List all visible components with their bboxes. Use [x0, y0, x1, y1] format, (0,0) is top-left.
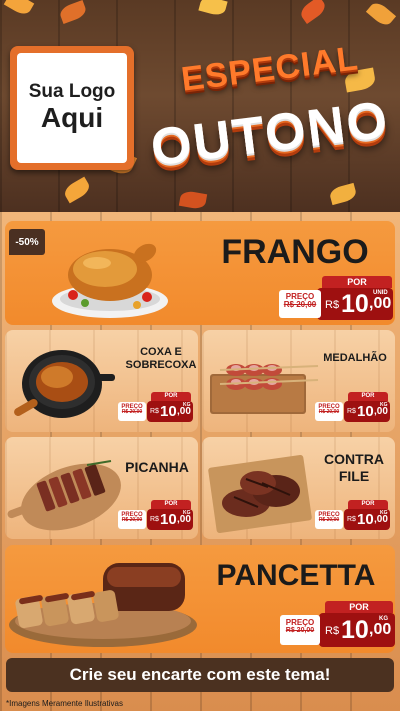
product-card-frango: -50% FRANGO POR R$ 10 ,00 UNID PREÇO R$ … [5, 221, 395, 325]
product-card-contra-file: CONTRA FILE POR R$ 10 ,00 KG PREÇO R$ 20… [202, 437, 395, 539]
logo-placeholder: Sua Logo Aqui [10, 46, 134, 170]
price-box: R$ 10 ,00 KG [344, 401, 390, 422]
discount-badge: -50% [9, 229, 45, 255]
product-name: MEDALHÃO [323, 352, 387, 364]
header: Sua Logo Aqui ESPECIAL OUTONO [0, 0, 400, 212]
product-name: FRANGO [221, 233, 369, 271]
price-box: R$ 10 ,00 KG [344, 509, 390, 530]
price-box: R$ 10 ,00 KG [319, 613, 395, 647]
product-name: CONTRA FILE [324, 451, 384, 484]
leaf-icon [178, 189, 208, 211]
preco-old-box: PREÇO R$ 20,00 [315, 402, 343, 421]
por-label: POR [322, 276, 392, 288]
leaf-icon [61, 176, 93, 204]
product-name: COXA E SOBRECOXA [125, 346, 197, 372]
por-label: POR [325, 601, 393, 613]
logo-line-2: Aqui [40, 102, 104, 134]
chicken-leg-pan-image [14, 350, 115, 418]
product-card-medalhao: MEDALHÃO POR R$ 10 ,00 KG PREÇO R$ 20,00 [202, 330, 395, 432]
product-card-coxa: COXA E SOBRECOXA POR R$ 10 ,00 KG PREÇO … [5, 330, 198, 432]
leaf-icon [365, 0, 397, 29]
pancetta-board-image [9, 563, 197, 647]
medalhao-skewer-image [210, 364, 319, 414]
leaf-icon [58, 0, 88, 24]
price-box: R$ 10 ,00 UNID [317, 288, 393, 320]
old-price: R$ 20,00 [283, 300, 317, 310]
preco-old-box: PREÇO R$ 20,00 [118, 402, 146, 421]
preco-old-box: PREÇO R$ 20,00 [280, 615, 320, 645]
por-label: POR [151, 500, 191, 509]
preco-old-box: PREÇO R$ 20,00 [315, 510, 343, 529]
price-box: R$ 10 ,00 KG [147, 509, 193, 530]
product-card-pancetta: PANCETTA POR R$ 10 ,00 KG PREÇO R$ 20,00 [5, 545, 395, 653]
product-name: PANCETTA [216, 559, 376, 592]
preco-old-box: PREÇO R$ 20,00 [118, 510, 146, 529]
leaf-icon [3, 0, 35, 18]
contra-file-board-image [208, 455, 312, 533]
price-unit: UNID [373, 290, 388, 296]
title-outono: OUTONO [147, 90, 393, 178]
cta-banner[interactable]: Crie seu encarte com este tema! [6, 658, 394, 692]
price-cents: ,00 [369, 295, 392, 312]
leaf-icon [328, 182, 358, 206]
roast-chicken-image [52, 243, 168, 318]
leaf-icon [198, 0, 228, 18]
por-label: POR [151, 392, 191, 401]
disclaimer: *Imagens Meramente Ilustrativas [6, 699, 123, 708]
por-label: POR [348, 500, 388, 509]
price-integer: 10 [341, 290, 369, 318]
product-name: PICANHA [125, 459, 189, 475]
por-label: POR [348, 392, 388, 401]
price-box: R$ 10 ,00 KG [147, 401, 193, 422]
preco-old-box: PREÇO R$ 20,00 [279, 290, 321, 318]
cta-text: Crie seu encarte com este tema! [69, 665, 331, 684]
title-especial: ESPECIAL [179, 39, 361, 99]
product-card-picanha: PICANHA POR R$ 10 ,00 KG PREÇO R$ 20,00 [5, 437, 198, 539]
logo-line-1: Sua Logo [28, 81, 116, 103]
leaf-icon [297, 0, 329, 25]
picanha-board-image [7, 460, 121, 531]
